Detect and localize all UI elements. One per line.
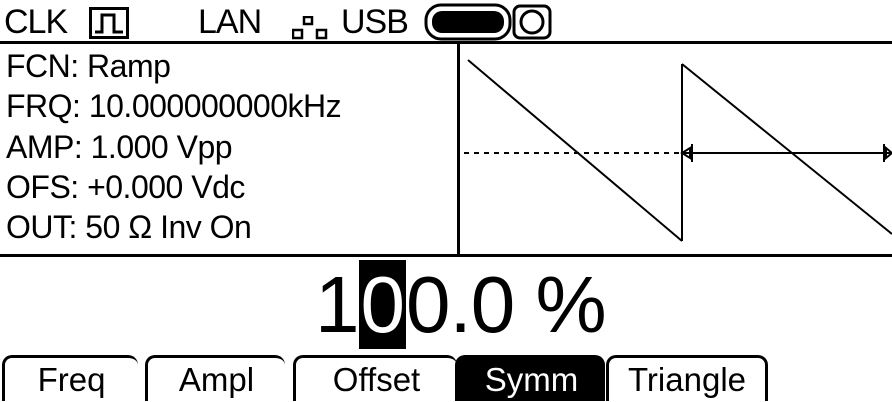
value-prefix: 1 [315,260,359,349]
clk-label: CLK [4,3,68,41]
usb-connected-icon [424,3,552,41]
softkey-ampl[interactable]: Ampl [145,355,285,401]
ramp-segment-2 [681,63,892,235]
softkey-symm[interactable]: Symm [455,355,605,401]
offset-line: OFS: +0.000 Vdc [6,169,245,205]
output-line: OUT: 50 Ω Inv On [6,209,252,245]
usb-label: USB [341,3,409,41]
clock-square-wave-icon [89,7,129,39]
frequency-line: FRQ: 10.000000000kHz [6,88,342,124]
status-bar: CLK LAN USB [0,0,892,44]
parameter-panel: FCN: Ramp FRQ: 10.000000000kHz AMP: 1.00… [0,44,460,254]
lan-network-icon [292,16,328,40]
value-suffix: 0.0 % [406,260,607,349]
symmetry-value[interactable]: 100.0 % [315,260,607,349]
waveform-preview [464,59,892,242]
function-generator-display: CLK LAN USB FCN: Ramp FRQ: 10.000000000k… [0,0,892,401]
function-line: FCN: Ramp [6,48,171,84]
softkey-freq[interactable]: Freq [2,355,138,401]
lan-label: LAN [198,3,262,41]
softkey-bar: Freq Ampl Offset Symm Triangle [0,349,892,401]
ramp-segment-1 [467,59,683,242]
softkey-triangle[interactable]: Triangle [606,355,768,401]
amplitude-line: AMP: 1.000 Vpp [6,129,233,165]
softkey-offset[interactable]: Offset [293,355,457,401]
value-entry-area: 100.0 % [0,254,892,349]
edit-cursor-digit[interactable]: 0 [358,260,406,349]
